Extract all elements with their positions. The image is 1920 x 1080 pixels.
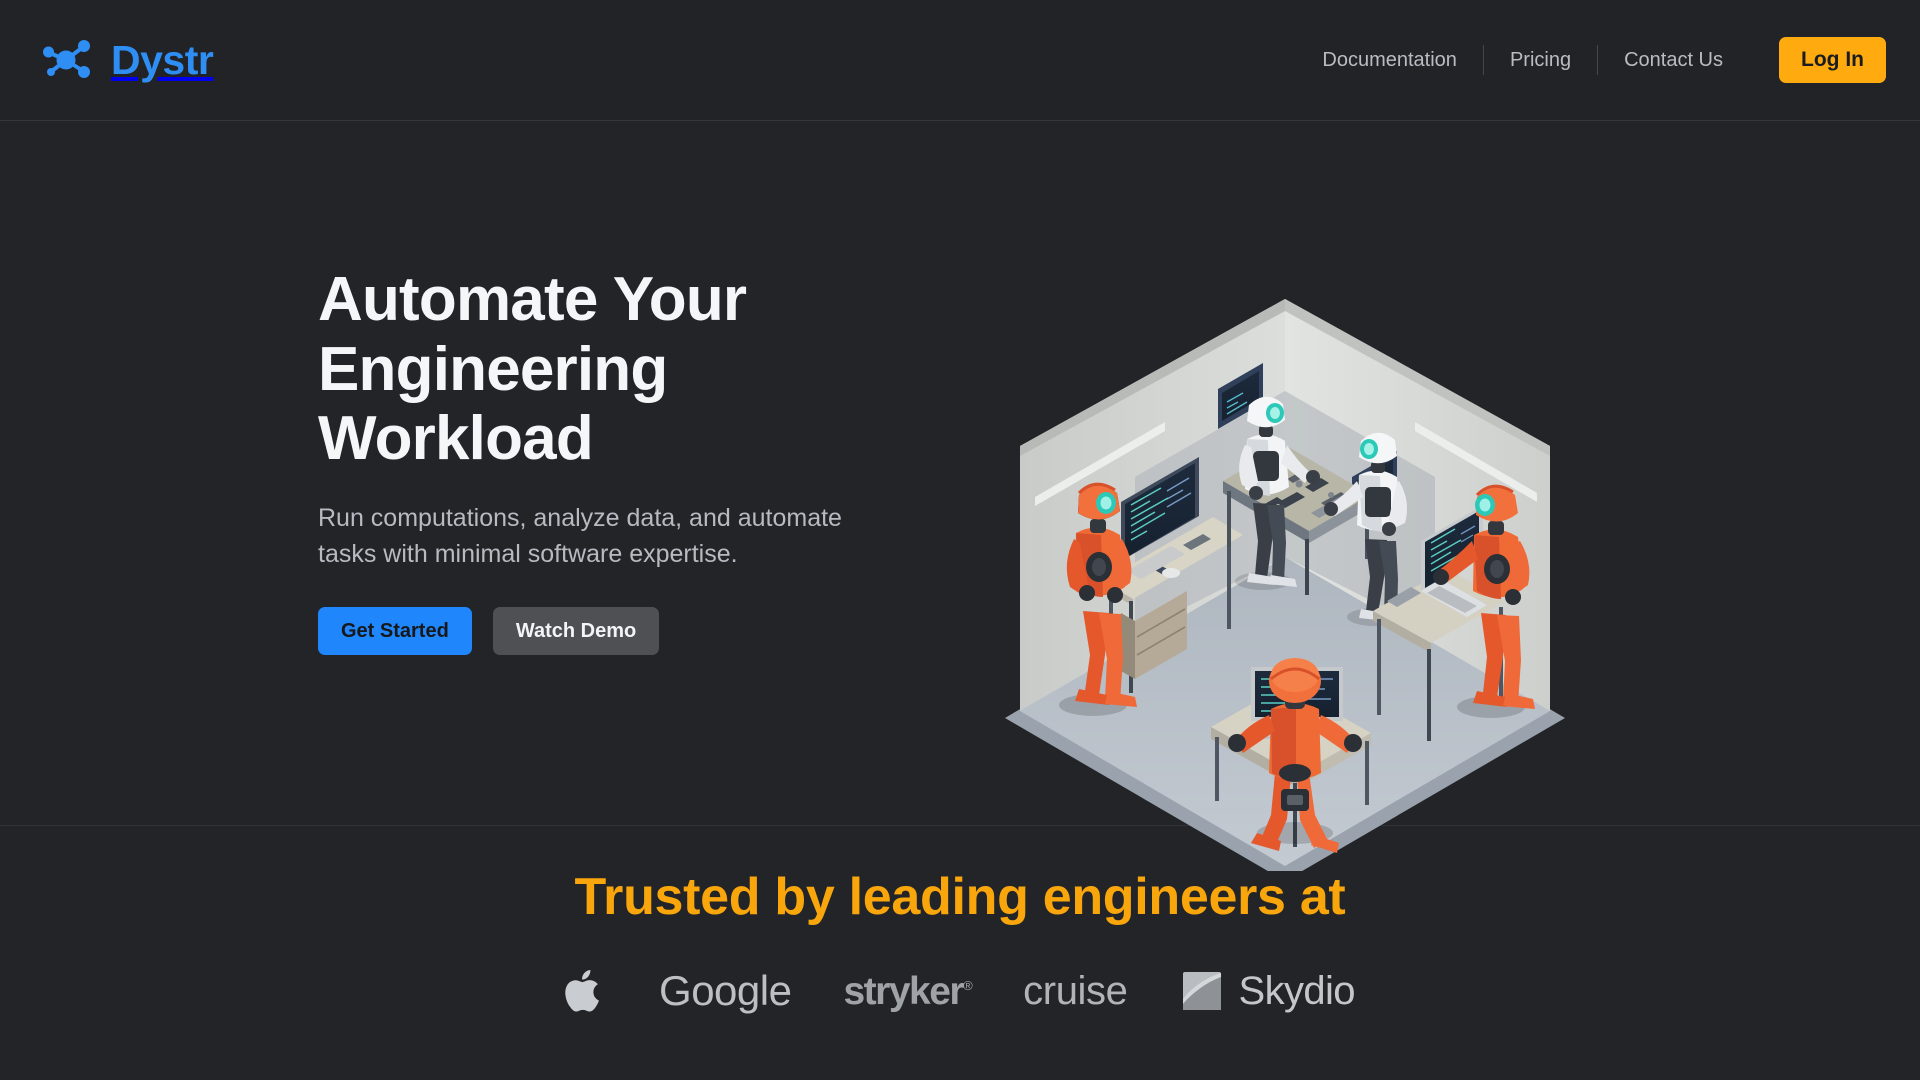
watch-demo-button[interactable]: Watch Demo <box>492 606 660 655</box>
cruise-wordmark: cruise <box>1023 969 1128 1013</box>
logo-apple <box>565 965 607 1017</box>
hero-copy: Automate Your Engineering Workload Run c… <box>318 265 958 681</box>
trusted-by-section: Trusted by leading engineers at Google s… <box>0 826 1920 1080</box>
google-wordmark: Google <box>659 967 792 1014</box>
hero-section: Automate Your Engineering Workload Run c… <box>0 121 1920 871</box>
main-navigation: Documentation Pricing Contact Us Log In <box>1296 37 1886 83</box>
brand-logo-link[interactable]: Dystr <box>38 36 214 83</box>
isometric-robot-office-illustration <box>975 281 1595 871</box>
trusted-by-title: Trusted by leading engineers at <box>574 868 1346 926</box>
skydio-mark-icon <box>1179 968 1225 1014</box>
brand-name: Dystr <box>111 36 214 83</box>
nav-item-documentation[interactable]: Documentation <box>1296 50 1483 70</box>
hero-title: Automate Your Engineering Workload <box>318 265 747 473</box>
stryker-wordmark: stryker® <box>843 969 972 1013</box>
hero-actions: Get Started Watch Demo <box>318 606 958 655</box>
apple-icon <box>565 966 607 1016</box>
nav-item-pricing[interactable]: Pricing <box>1484 50 1597 70</box>
customer-logo-row: Google stryker® cruise Skydio <box>565 965 1356 1017</box>
skydio-wordmark: Skydio <box>1238 969 1355 1013</box>
network-nodes-icon <box>38 37 94 83</box>
logo-cruise: cruise <box>1023 965 1128 1017</box>
logo-stryker: stryker® <box>843 965 972 1017</box>
get-started-button[interactable]: Get Started <box>318 606 472 655</box>
log-in-button[interactable]: Log In <box>1779 37 1886 83</box>
site-header: Dystr Documentation Pricing Contact Us L… <box>0 0 1920 121</box>
logo-skydio: Skydio <box>1179 965 1356 1017</box>
nav-item-contact-us[interactable]: Contact Us <box>1598 50 1749 70</box>
landing-page: Dystr Documentation Pricing Contact Us L… <box>0 0 1920 1080</box>
hero-subtitle: Run computations, analyze data, and auto… <box>318 504 842 569</box>
logo-google: Google <box>659 965 792 1017</box>
